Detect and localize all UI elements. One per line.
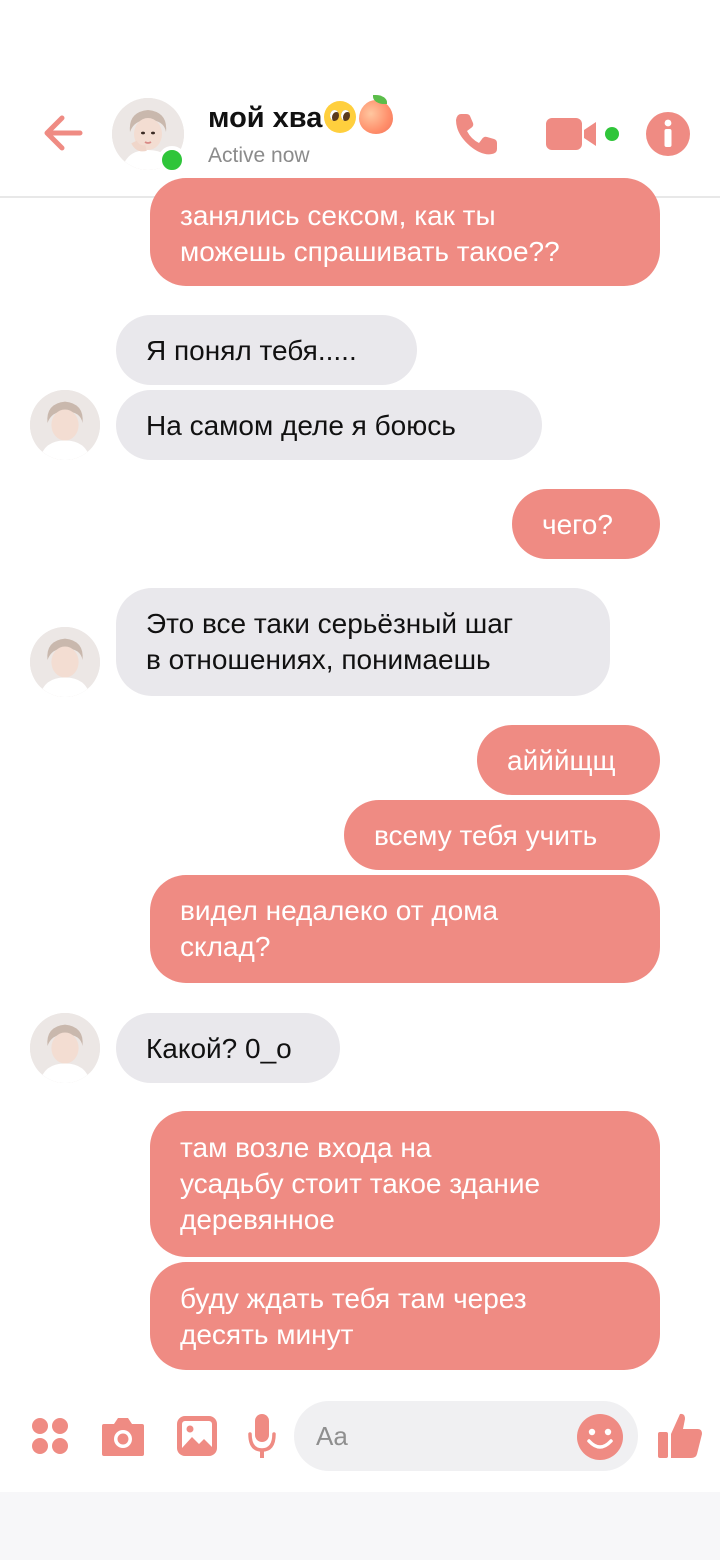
message-bubble-outgoing[interactable]: всему тебя учить (344, 800, 660, 870)
message-bubble-incoming[interactable]: Это все таки серьёзный шаг в отношениях,… (116, 588, 610, 696)
gallery-icon[interactable] (175, 1414, 219, 1458)
contact-avatar-small[interactable] (30, 390, 100, 460)
contact-status: Active now (208, 144, 310, 167)
microphone-icon[interactable] (246, 1412, 278, 1460)
peach-emoji-icon (359, 95, 394, 134)
info-icon[interactable] (645, 111, 691, 157)
back-arrow-icon[interactable] (38, 108, 88, 158)
message-bubble-outgoing[interactable]: буду ждать тебя там через десять минут (150, 1262, 660, 1370)
video-call-icon[interactable] (544, 112, 624, 156)
message-bubble-incoming[interactable]: На самом деле я боюсь (116, 390, 542, 460)
thumbs-up-icon[interactable] (656, 1410, 704, 1460)
message-bubble-outgoing[interactable]: там возле входа на усадьбу стоит такое з… (150, 1111, 660, 1257)
chat-header: мой хва Active now (0, 0, 720, 198)
message-bubble-outgoing[interactable]: занялись сексом, как ты можешь спрашиват… (150, 178, 660, 286)
message-bubble-outgoing[interactable]: айййщщ (477, 725, 660, 795)
message-input[interactable]: Aa (294, 1401, 638, 1471)
apps-icon[interactable] (30, 1416, 70, 1456)
contact-avatar-small[interactable] (30, 627, 100, 697)
contact-name[interactable]: мой хва (208, 95, 394, 135)
pleading-face-emoji-icon (324, 101, 357, 133)
message-input-placeholder: Aa (316, 1421, 348, 1451)
message-bubble-incoming[interactable]: Я понял тебя..... (116, 315, 417, 385)
camera-icon[interactable] (100, 1414, 146, 1458)
emoji-icon[interactable] (576, 1413, 624, 1461)
bottom-safe-area (0, 1492, 720, 1560)
phone-call-icon[interactable] (450, 108, 502, 160)
contact-avatar-small[interactable] (30, 1013, 100, 1083)
message-bubble-incoming[interactable]: Какой? 0_о (116, 1013, 340, 1083)
message-bubble-outgoing[interactable]: чего? (512, 489, 660, 559)
message-bubble-outgoing[interactable]: видел недалеко от дома склад? (150, 875, 660, 983)
online-status-dot (158, 146, 186, 174)
